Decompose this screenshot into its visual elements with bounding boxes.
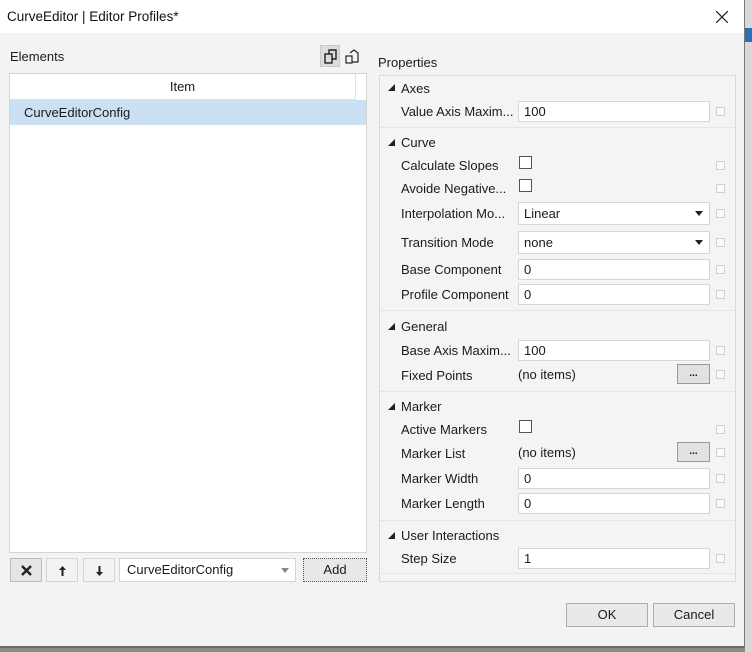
- property-marker-square[interactable]: [716, 448, 725, 457]
- paste-button[interactable]: [341, 45, 361, 67]
- transition-mode-value: none: [524, 235, 553, 250]
- property-marker-square[interactable]: [716, 161, 725, 170]
- property-marker-square[interactable]: [716, 238, 725, 247]
- base-component-input[interactable]: 0: [518, 259, 710, 280]
- category-curve[interactable]: Curve: [401, 135, 436, 150]
- marker-length-input[interactable]: 0: [518, 493, 710, 514]
- property-marker-square[interactable]: [716, 209, 725, 218]
- cancel-button[interactable]: Cancel: [653, 603, 735, 627]
- background-accent: [745, 28, 752, 42]
- value-axis-maximum-input[interactable]: 100: [518, 101, 710, 122]
- interpolation-mode-value: Linear: [524, 206, 561, 221]
- category-divider: [380, 391, 735, 392]
- base-axis-maximum-input[interactable]: 100: [518, 340, 710, 361]
- close-x-icon: [716, 11, 728, 23]
- property-marker-square[interactable]: [716, 425, 725, 434]
- marker-list-value: (no items): [518, 445, 576, 460]
- prop-label-value-axis-maximum: Value Axis Maxim...: [401, 104, 514, 119]
- category-divider: [380, 310, 735, 311]
- collapse-triangle-icon[interactable]: [388, 84, 396, 92]
- property-marker-square[interactable]: [716, 474, 725, 483]
- fixed-points-edit-button[interactable]: ...: [677, 364, 710, 384]
- category-axes[interactable]: Axes: [401, 81, 430, 96]
- close-button[interactable]: [706, 5, 738, 29]
- category-marker[interactable]: Marker: [401, 399, 441, 414]
- clone-button[interactable]: [320, 45, 340, 67]
- collapse-triangle-icon[interactable]: [388, 403, 396, 411]
- transition-mode-select[interactable]: none: [518, 231, 710, 254]
- property-grid: Axes Value Axis Maxim... 100 Curve Calcu…: [379, 75, 736, 582]
- profile-component-input[interactable]: 0: [518, 284, 710, 305]
- active-markers-checkbox[interactable]: [519, 420, 532, 433]
- title-bar: CurveEditor | Editor Profiles*: [0, 0, 744, 33]
- category-divider: [380, 573, 735, 574]
- elements-list[interactable]: Item CurveEditorConfig: [9, 73, 367, 553]
- move-up-button[interactable]: [46, 558, 78, 582]
- property-marker-square[interactable]: [716, 370, 725, 379]
- prop-label-avoid-negative: Avoide Negative...: [401, 181, 507, 196]
- window-title: CurveEditor | Editor Profiles*: [7, 9, 179, 24]
- prop-label-interpolation-mode: Interpolation Mo...: [401, 206, 506, 221]
- prop-label-calculate-slopes: Calculate Slopes: [401, 158, 499, 173]
- background-window-edge: [745, 0, 752, 652]
- property-marker-square[interactable]: [716, 499, 725, 508]
- category-divider: [380, 127, 735, 128]
- chevron-down-icon: [695, 211, 703, 216]
- arrow-down-icon: [96, 566, 103, 576]
- ok-button[interactable]: OK: [566, 603, 648, 627]
- prop-label-profile-component: Profile Component: [401, 287, 509, 302]
- chevron-down-icon: [695, 240, 703, 245]
- move-down-button[interactable]: [83, 558, 115, 582]
- prop-label-base-component: Base Component: [401, 262, 502, 277]
- prop-label-base-axis-maximum: Base Axis Maxim...: [401, 343, 511, 358]
- prop-label-marker-width: Marker Width: [401, 471, 479, 486]
- step-size-input[interactable]: 1: [518, 548, 710, 569]
- editor-profiles-dialog: CurveEditor | Editor Profiles* Elements …: [0, 0, 745, 648]
- property-marker-square[interactable]: [716, 184, 725, 193]
- interpolation-mode-select[interactable]: Linear: [518, 202, 710, 225]
- chevron-down-icon: [281, 568, 289, 573]
- collapse-triangle-icon[interactable]: [388, 323, 396, 331]
- marker-list-edit-button[interactable]: ...: [677, 442, 710, 462]
- prop-label-active-markers: Active Markers: [401, 422, 487, 437]
- clone-icon: [324, 49, 337, 64]
- x-icon: [21, 565, 32, 576]
- marker-width-input[interactable]: 0: [518, 468, 710, 489]
- fixed-points-value: (no items): [518, 367, 576, 382]
- prop-label-marker-list: Marker List: [401, 446, 466, 461]
- column-header-item[interactable]: Item: [10, 74, 356, 100]
- arrow-up-icon: [59, 566, 66, 576]
- list-item[interactable]: CurveEditorConfig: [10, 100, 366, 125]
- properties-label: Properties: [378, 55, 438, 70]
- property-marker-square[interactable]: [716, 554, 725, 563]
- remove-button[interactable]: [10, 558, 42, 582]
- prop-label-fixed-points: Fixed Points: [401, 368, 473, 383]
- prop-label-transition-mode: Transition Mode: [401, 235, 494, 250]
- category-user-interactions[interactable]: User Interactions: [401, 528, 499, 543]
- collapse-triangle-icon[interactable]: [388, 532, 396, 540]
- category-general[interactable]: General: [401, 319, 447, 334]
- element-type-combo[interactable]: CurveEditorConfig: [119, 558, 296, 582]
- property-marker-square[interactable]: [716, 290, 725, 299]
- paste-icon: [345, 49, 359, 64]
- element-type-combo-value: CurveEditorConfig: [127, 562, 234, 577]
- add-button[interactable]: Add: [303, 558, 367, 582]
- calculate-slopes-checkbox[interactable]: [519, 156, 532, 169]
- property-marker-square[interactable]: [716, 107, 725, 116]
- property-marker-square[interactable]: [716, 265, 725, 274]
- elements-label: Elements: [10, 49, 65, 64]
- property-marker-square[interactable]: [716, 346, 725, 355]
- prop-label-marker-length: Marker Length: [401, 496, 485, 511]
- collapse-triangle-icon[interactable]: [388, 139, 396, 147]
- avoid-negative-checkbox[interactable]: [519, 179, 532, 192]
- prop-label-step-size: Step Size: [401, 551, 457, 566]
- category-divider: [380, 520, 735, 521]
